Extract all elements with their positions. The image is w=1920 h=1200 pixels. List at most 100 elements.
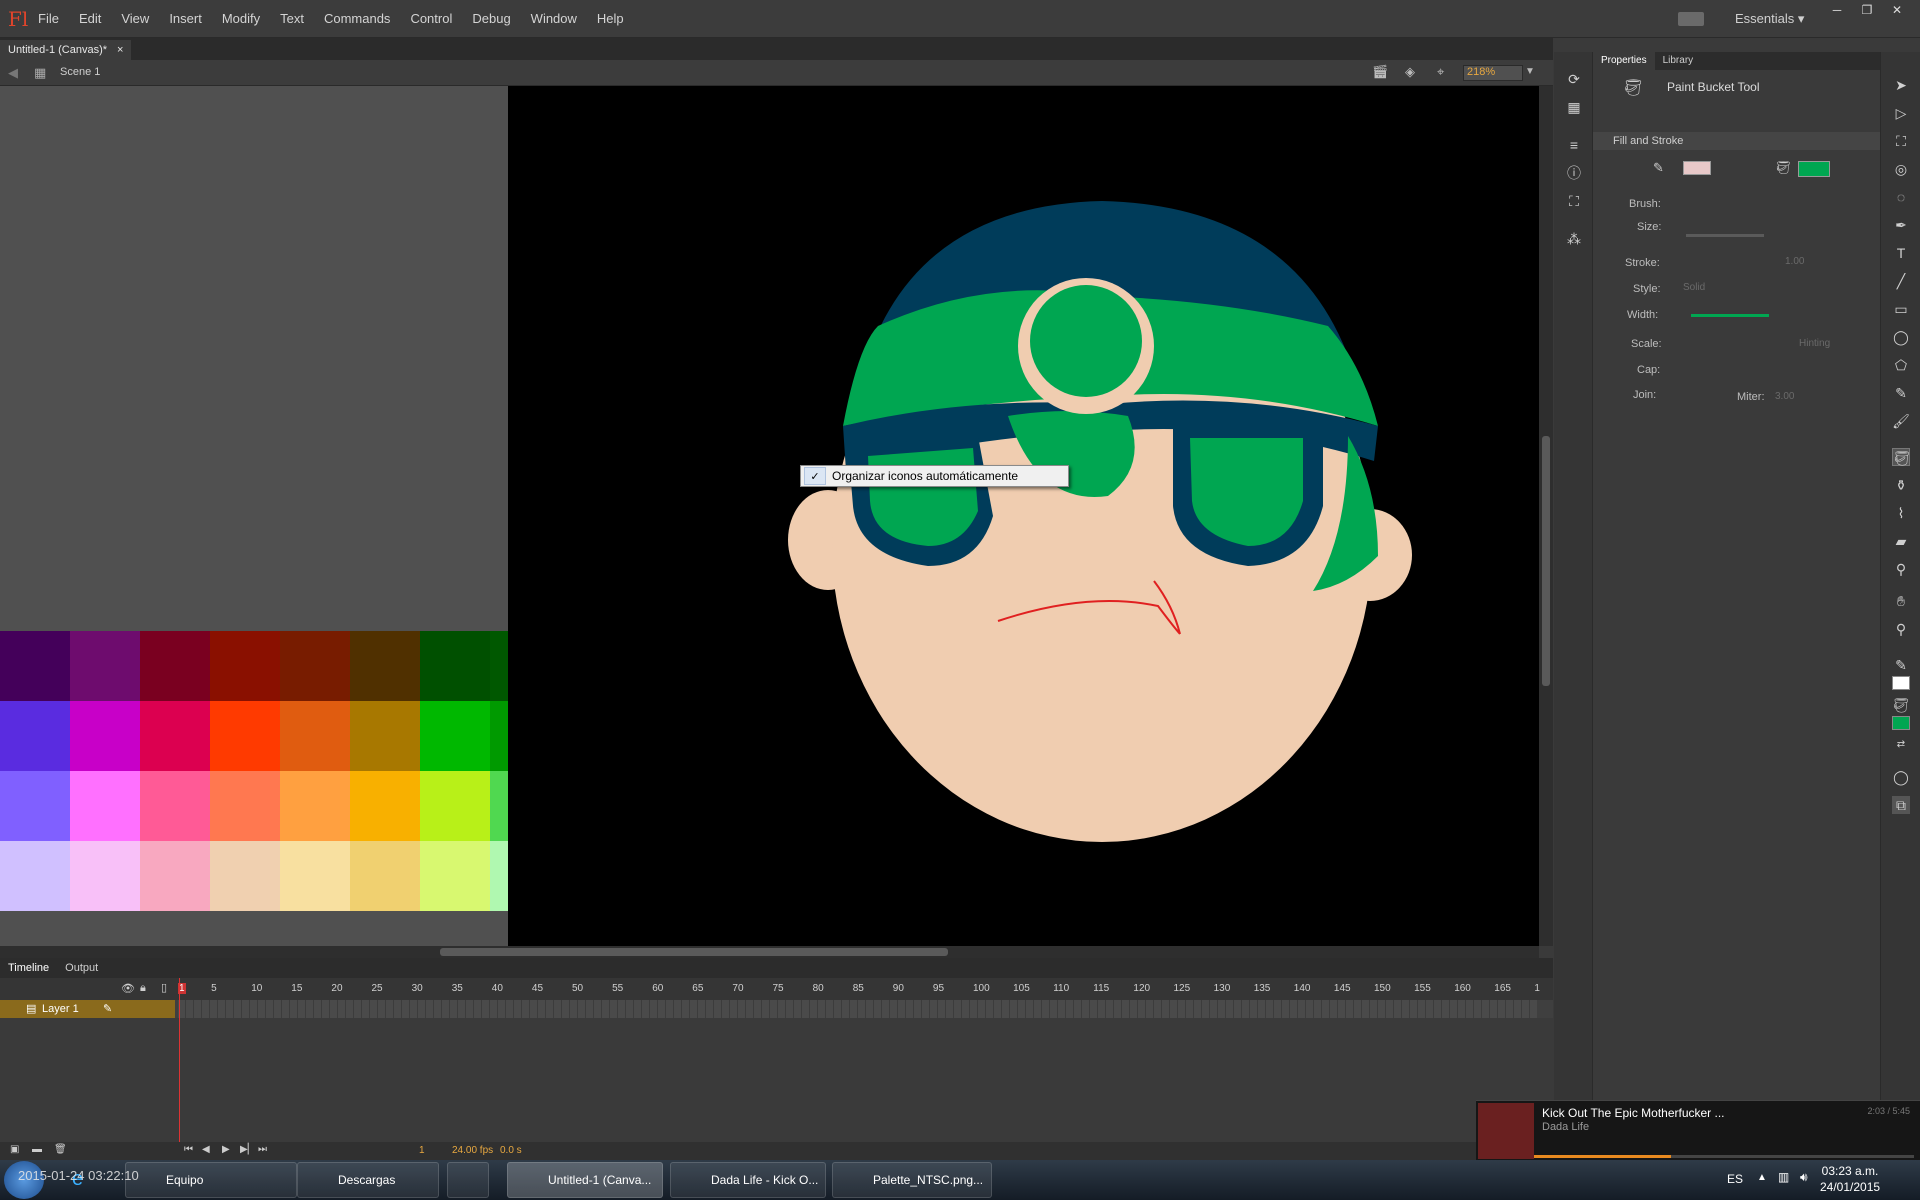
snap-icon[interactable]: ⧉ [1892, 796, 1910, 814]
eyedropper-tool-icon[interactable]: ⌇ [1892, 504, 1910, 522]
info-icon[interactable]: ⓘ [1565, 164, 1583, 182]
taskbar-item-descargas[interactable]: Descargas [297, 1162, 439, 1198]
workspace-switcher[interactable]: Essentials ▾ [1735, 11, 1804, 27]
clock[interactable]: 03:23 a.m. 24/01/2015 [1820, 1163, 1880, 1195]
menu-item-file[interactable]: File [38, 11, 59, 26]
menu-item-help[interactable]: Help [597, 11, 624, 26]
taskbar-item-dadalife[interactable]: Dada Life - Kick O... [670, 1162, 826, 1198]
network-icon[interactable]: ▥ [1778, 1170, 1789, 1184]
menu-item-commands[interactable]: Commands [324, 11, 390, 26]
layer-row[interactable]: Layer 1 ▤ ✎ [0, 1000, 1553, 1018]
lasso-tool-icon[interactable]: ◌ [1892, 188, 1910, 206]
elapsed-time[interactable]: 0.0 s [500, 1145, 522, 1156]
tab-output[interactable]: Output [57, 962, 106, 974]
fill-color-icon[interactable]: 🪣︎ [1892, 696, 1910, 714]
taskbar-item-media[interactable] [447, 1162, 489, 1198]
menu-item-view[interactable]: View [121, 11, 149, 26]
size-slider[interactable] [1686, 234, 1764, 237]
horizontal-scrollbar[interactable] [0, 946, 1539, 958]
edit-scene-icon[interactable]: 🎬︎ [1372, 64, 1389, 80]
frame-cells[interactable] [178, 1000, 1537, 1018]
miter-value[interactable]: 3.00 [1775, 391, 1794, 402]
hand-tool-icon[interactable]: ✋︎ [1892, 592, 1910, 610]
free-transform-icon[interactable]: ⛶ [1892, 132, 1910, 150]
stage-canvas[interactable] [508, 86, 1539, 946]
lock-icon[interactable]: 🔒︎ [140, 982, 146, 995]
eye-icon[interactable]: 👁︎ [121, 982, 135, 995]
ink-bottle-tool-icon[interactable]: ⚱ [1892, 476, 1910, 494]
zoom-tool-icon[interactable]: ⚲ [1892, 620, 1910, 638]
context-menu-item-auto-arrange[interactable]: Organizar iconos automáticamente [832, 469, 1018, 483]
language-indicator[interactable]: ES [1727, 1172, 1743, 1186]
next-frame-icon[interactable]: ▶▏ [240, 1144, 255, 1155]
outline-icon[interactable]: ▯ [161, 981, 167, 994]
new-folder-icon[interactable]: ▬ [32, 1144, 42, 1155]
vertical-scroll-thumb[interactable] [1542, 436, 1550, 686]
media-player-toast[interactable]: Kick Out The Epic Motherfucker ... Dada … [1476, 1100, 1920, 1160]
stroke-value[interactable]: 1.00 [1785, 256, 1804, 267]
vertical-scrollbar[interactable] [1539, 86, 1553, 946]
polystar-tool-icon[interactable]: ⬠ [1892, 356, 1910, 374]
stroke-color-chip[interactable] [1892, 676, 1910, 690]
stroke-color-icon[interactable]: ✎ [1892, 656, 1910, 674]
style-value[interactable]: Solid [1683, 282, 1705, 293]
current-frame[interactable]: 1 [419, 1145, 425, 1156]
taskbar-item-chrome[interactable]: Palette_NTSC.png... [832, 1162, 992, 1198]
color-swatches-icon[interactable]: ▦ [1565, 98, 1583, 116]
document-tab[interactable]: Untitled-1 (Canvas)* × [0, 40, 132, 60]
horizontal-scroll-thumb[interactable] [440, 948, 948, 956]
frame-rate[interactable]: 24.00 fps [452, 1145, 493, 1156]
menu-item-window[interactable]: Window [531, 11, 577, 26]
edit-symbol-icon[interactable]: ◈ [1405, 64, 1415, 80]
taskbar-item-equipo[interactable]: Equipo [125, 1162, 297, 1198]
volume-icon[interactable]: 🔊︎ [1800, 1170, 1808, 1185]
pen-tool-icon[interactable]: ✒ [1892, 216, 1910, 234]
align-icon[interactable]: ≡ [1565, 136, 1583, 154]
selection-tool-icon[interactable]: ➤ [1892, 76, 1910, 94]
fill-and-stroke-header[interactable]: Fill and Stroke [1593, 132, 1880, 150]
text-tool-icon[interactable]: T [1892, 244, 1910, 262]
tab-timeline[interactable]: Timeline [0, 962, 57, 974]
new-layer-icon[interactable]: ▣ [10, 1144, 19, 1155]
menu-item-insert[interactable]: Insert [169, 11, 202, 26]
menu-item-debug[interactable]: Debug [472, 11, 510, 26]
sync-settings-icon[interactable] [1678, 12, 1704, 26]
back-arrow-icon[interactable]: ◀ [8, 65, 18, 81]
brush-tool-icon[interactable]: 🖌︎ [1892, 412, 1910, 430]
delete-icon[interactable]: 🗑︎ [54, 1144, 67, 1155]
first-frame-icon[interactable]: ⏮︎ [184, 1144, 193, 1155]
center-stage-icon[interactable]: ⌖ [1437, 64, 1444, 80]
components-icon[interactable]: ⁂ [1565, 230, 1583, 248]
fill-color-chip[interactable] [1892, 716, 1910, 730]
paint-bucket-tool-icon[interactable]: 🪣︎ [1892, 448, 1911, 466]
close-tab-icon[interactable]: × [117, 44, 123, 56]
line-tool-icon[interactable]: ╱ [1892, 272, 1910, 290]
tab-properties[interactable]: Properties [1593, 52, 1655, 70]
tab-library[interactable]: Library [1655, 52, 1702, 70]
restore-icon[interactable]: ❐ [1852, 0, 1882, 20]
transform-icon[interactable]: ⛶ [1565, 192, 1583, 210]
playhead[interactable] [179, 978, 180, 1160]
width-preview[interactable] [1691, 314, 1769, 317]
object-drawing-icon[interactable]: ◯ [1892, 768, 1910, 786]
zoom-dropdown-icon[interactable]: ▼ [1525, 66, 1535, 77]
stroke-color-swatch[interactable] [1683, 161, 1711, 175]
track-progress[interactable] [1534, 1155, 1914, 1158]
taskbar-item-flash[interactable]: Untitled-1 (Canva... [507, 1162, 663, 1198]
swap-colors-icon[interactable]: ⇄ [1892, 736, 1910, 754]
frame-ruler[interactable]: 👁︎ 🔒︎ ▯ 1 5 10 15 20 25 30 35 40 45 50 55 60 65 70 75 80… [0, 978, 1553, 1000]
menu-item-edit[interactable]: Edit [79, 11, 101, 26]
menu-item-modify[interactable]: Modify [222, 11, 260, 26]
tray-arrow-icon[interactable]: ▲ [1757, 1172, 1767, 1183]
rectangle-tool-icon[interactable]: ▭ [1892, 300, 1910, 318]
minimize-icon[interactable]: ─ [1822, 0, 1852, 20]
subselection-tool-icon[interactable]: ▷ [1892, 104, 1910, 122]
scene-label[interactable]: Scene 1 [60, 66, 100, 78]
menu-item-text[interactable]: Text [280, 11, 304, 26]
3d-rotation-icon[interactable]: ◎ [1892, 160, 1910, 178]
eraser-tool-icon[interactable]: ▰ [1892, 532, 1910, 550]
last-frame-icon[interactable]: ⏭︎ [258, 1144, 267, 1155]
pencil-tool-icon[interactable]: ✎ [1892, 384, 1910, 402]
bone-tool-icon[interactable]: ⚲ [1892, 560, 1910, 578]
prev-frame-icon[interactable]: ◀ [202, 1144, 210, 1155]
